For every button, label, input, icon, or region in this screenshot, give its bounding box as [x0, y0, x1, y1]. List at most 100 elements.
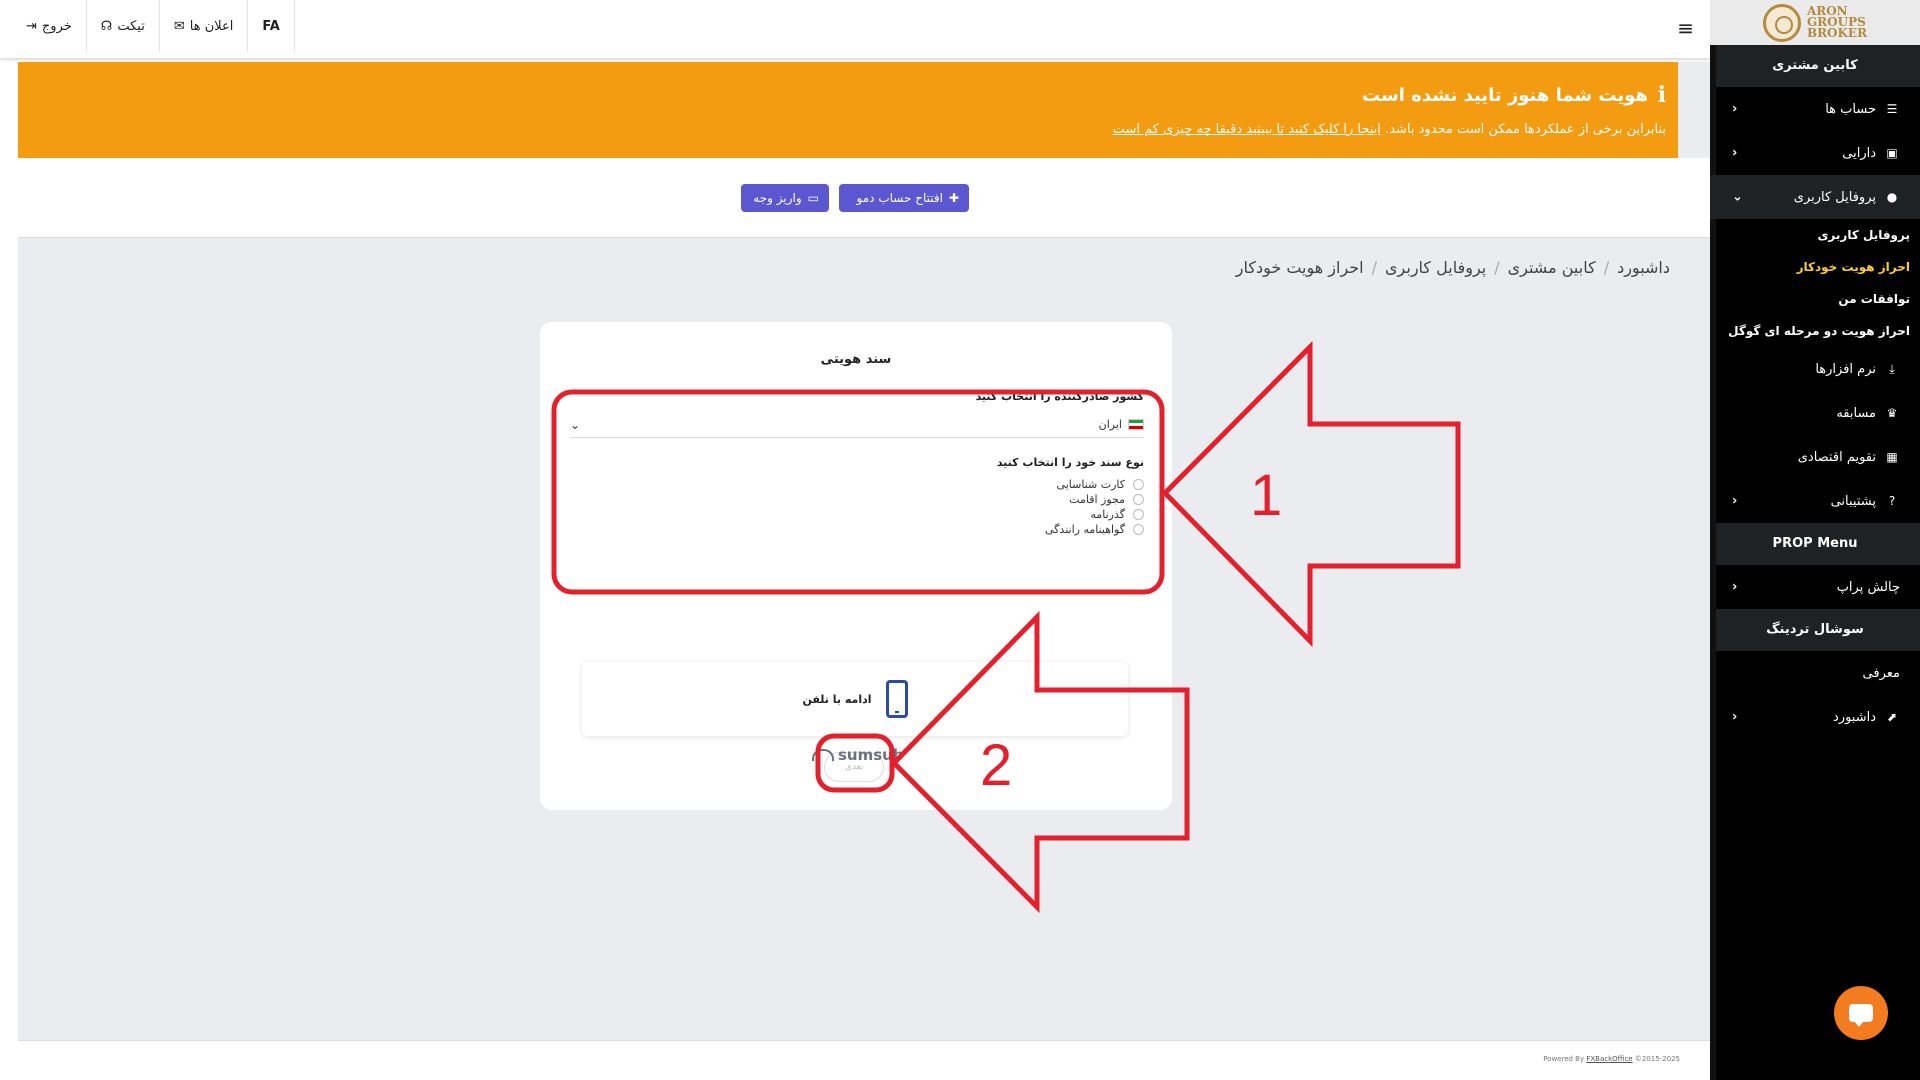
smartphone-icon	[885, 680, 908, 718]
language-switch[interactable]: FA	[248, 0, 295, 52]
sumsub-icon	[810, 748, 834, 762]
alert-title: i هویت شما هنوز تایید نشده است	[18, 82, 1666, 108]
radio-button[interactable]	[1133, 494, 1144, 505]
sidebar-section-social: سوشال تردینگ	[1710, 609, 1920, 651]
sidebar-item-label: پشتیبانی	[1830, 493, 1876, 509]
breadcrumb-client-cabin[interactable]: کابین مشتری	[1508, 258, 1596, 277]
sidebar-subitem-profile[interactable]: پروفایل کاربری	[1710, 219, 1920, 251]
logo-text: ARON GROUPS BROKER	[1807, 5, 1867, 39]
sidebar-item-support[interactable]: ? پشتیبانی ‹	[1710, 479, 1920, 523]
open-demo-label: افتتاح حساب دمو	[856, 191, 943, 205]
brand-logo[interactable]: ARON GROUPS BROKER	[1710, 0, 1920, 45]
doc-type-option-label: گذرنامه	[1090, 508, 1125, 521]
doc-type-option-label: مجوز اقامت	[1069, 493, 1125, 506]
notifications-label: اعلان ها	[189, 18, 234, 34]
doc-type-option-label: گواهینامه رانندگی	[1045, 523, 1125, 536]
sidebar-item-calendar[interactable]: ▦ تقویم اقتصادی	[1710, 435, 1920, 479]
sidebar-item-label: حساب ها	[1825, 101, 1876, 117]
trophy-icon: ♛	[1886, 406, 1898, 420]
footer-text: Powered By FXBackOffice ©2015-2025	[1543, 1055, 1680, 1063]
headset-icon: ☊	[100, 18, 113, 34]
sumsub-logo: sumsub	[810, 746, 904, 764]
iran-flag-icon	[1128, 419, 1144, 430]
sidebar-subitem-google-2fa[interactable]: احراز هویت دو مرحله ای گوگل	[1710, 315, 1920, 347]
sidebar-item-dashboard[interactable]: ⬈ داشبورد ‹	[1710, 695, 1920, 739]
top-header: ⇥ خروج ☊ تیکت ✉ اعلان ها FA ≡	[0, 0, 1710, 58]
sumsub-text: sumsub	[838, 746, 904, 764]
list-icon: ☰	[1886, 102, 1898, 116]
sidebar-item-label: دارایی	[1842, 145, 1876, 161]
chevron-left-icon: ‹	[1732, 101, 1738, 117]
download-icon: ⤓	[1889, 361, 1895, 376]
calendar-icon: ▦	[1886, 450, 1898, 464]
radio-button[interactable]	[1133, 509, 1144, 520]
sidebar-item-label: تقویم اقتصادی	[1797, 449, 1876, 465]
logout-link[interactable]: ⇥ خروج	[12, 0, 87, 52]
doc-type-option[interactable]: گذرنامه	[1090, 508, 1144, 521]
open-demo-account-button[interactable]: ✚ افتتاح حساب دمو	[839, 184, 969, 212]
radio-button[interactable]	[1133, 524, 1144, 535]
sign-out-icon: ⇥	[26, 18, 37, 34]
chevron-down-icon: ⌄	[570, 418, 581, 432]
breadcrumb-separator: /	[1603, 258, 1610, 277]
sidebar-subitem-auto-kyc[interactable]: احراز هویت خودکار	[1710, 251, 1920, 283]
chevron-down-icon: ⌄	[1732, 189, 1743, 205]
doc-type-option[interactable]: گواهینامه رانندگی	[1045, 523, 1144, 536]
country-label: کشور صادرکننده را انتخاب کنید	[975, 390, 1144, 403]
user-icon: ●	[1886, 190, 1898, 204]
chevron-left-icon: ‹	[1732, 579, 1738, 595]
chevron-left-icon: ‹	[1732, 709, 1738, 725]
alert-text: بنابراین برخی از عملکردها ممکن است محدود…	[18, 122, 1666, 137]
radio-button[interactable]	[1133, 479, 1144, 490]
chevron-left-icon: ‹	[1732, 493, 1738, 509]
logout-label: خروج	[41, 18, 72, 34]
chat-support-button[interactable]	[1834, 986, 1888, 1040]
sidebar-item-prop-challenge[interactable]: چالش پراپ ‹	[1710, 565, 1920, 609]
sidebar-subitem-agreements[interactable]: توافقات من	[1710, 283, 1920, 315]
info-icon: i	[1657, 82, 1666, 108]
language-label: FA	[262, 18, 280, 34]
country-select[interactable]: ایران ⌄	[570, 412, 1144, 438]
sidebar-item-label: چالش پراپ	[1836, 579, 1900, 595]
sidebar-item-software[interactable]: ⤓ نرم افزارها	[1710, 347, 1920, 391]
header-nav: ⇥ خروج ☊ تیکت ✉ اعلان ها FA	[12, 0, 295, 52]
sidebar-item-contest[interactable]: ♛ مسابقه	[1710, 391, 1920, 435]
sidebar-item-label: مسابقه	[1836, 405, 1876, 421]
footer-brand-link[interactable]: FXBackOffice	[1586, 1055, 1632, 1063]
continue-with-phone-button[interactable]: ادامه با تلفن	[582, 662, 1128, 736]
sidebar-item-label: معرفی	[1862, 665, 1900, 681]
plus-icon: ✚	[948, 191, 959, 205]
wallet-icon: ▣	[1886, 146, 1898, 160]
footer-powered: Powered By	[1543, 1055, 1585, 1063]
ticket-link[interactable]: ☊ تیکت	[87, 0, 160, 52]
sidebar-item-label: نرم افزارها	[1815, 361, 1876, 377]
alert-title-text: هویت شما هنوز تایید نشده است	[1362, 84, 1648, 106]
sidebar-item-accounts[interactable]: ☰ حساب ها ‹	[1710, 87, 1920, 131]
doc-type-option[interactable]: کارت شناسایی	[1057, 478, 1144, 491]
sidebar-item-profile[interactable]: ● پروفایل کاربری ⌄	[1710, 175, 1920, 219]
card-title: سند هویتی	[820, 352, 892, 367]
logo-emblem-icon	[1762, 3, 1801, 42]
hamburger-menu-icon[interactable]: ≡	[1677, 16, 1694, 40]
footer: Powered By FXBackOffice ©2015-2025	[18, 1040, 1710, 1080]
alert-missing-link[interactable]: اینجا را کلیک کنید تا ببینید دقیقا چه چی…	[1113, 122, 1381, 137]
deposit-button[interactable]: ▭ واریز وجه	[741, 184, 829, 212]
continue-phone-label: ادامه با تلفن	[802, 692, 872, 706]
sidebar-section-client: کابین مشتری	[1710, 45, 1920, 87]
notifications-link[interactable]: ✉ اعلان ها	[160, 0, 249, 52]
doc-type-label: نوع سند خود را انتخاب کنید	[996, 456, 1144, 469]
sidebar-item-introduction[interactable]: معرفی	[1710, 651, 1920, 695]
sidebar: ARON GROUPS BROKER کابین مشتری ☰ حساب ها…	[1710, 0, 1920, 1080]
main-content: i هویت شما هنوز تایید نشده است بنابراین …	[18, 62, 1710, 1080]
breadcrumb-separator: /	[1371, 258, 1378, 277]
breadcrumb-profile[interactable]: پروفایل کاربری	[1385, 258, 1486, 277]
breadcrumb-dashboard[interactable]: داشبورد	[1617, 258, 1670, 277]
action-panel: ✚ افتتاح حساب دمو ▭ واریز وجه	[18, 158, 1710, 238]
ticket-label: تیکت	[117, 18, 145, 34]
credit-card-icon: ▭	[807, 191, 819, 205]
doc-type-option[interactable]: مجوز اقامت	[1069, 493, 1144, 506]
alert-text-prefix: بنابراین برخی از عملکردها ممکن است محدود…	[1385, 122, 1666, 137]
question-icon: ?	[1888, 494, 1896, 508]
identity-document-card: سند هویتی کشور صادرکننده را انتخاب کنید …	[540, 322, 1172, 810]
sidebar-item-assets[interactable]: ▣ دارایی ‹	[1710, 131, 1920, 175]
